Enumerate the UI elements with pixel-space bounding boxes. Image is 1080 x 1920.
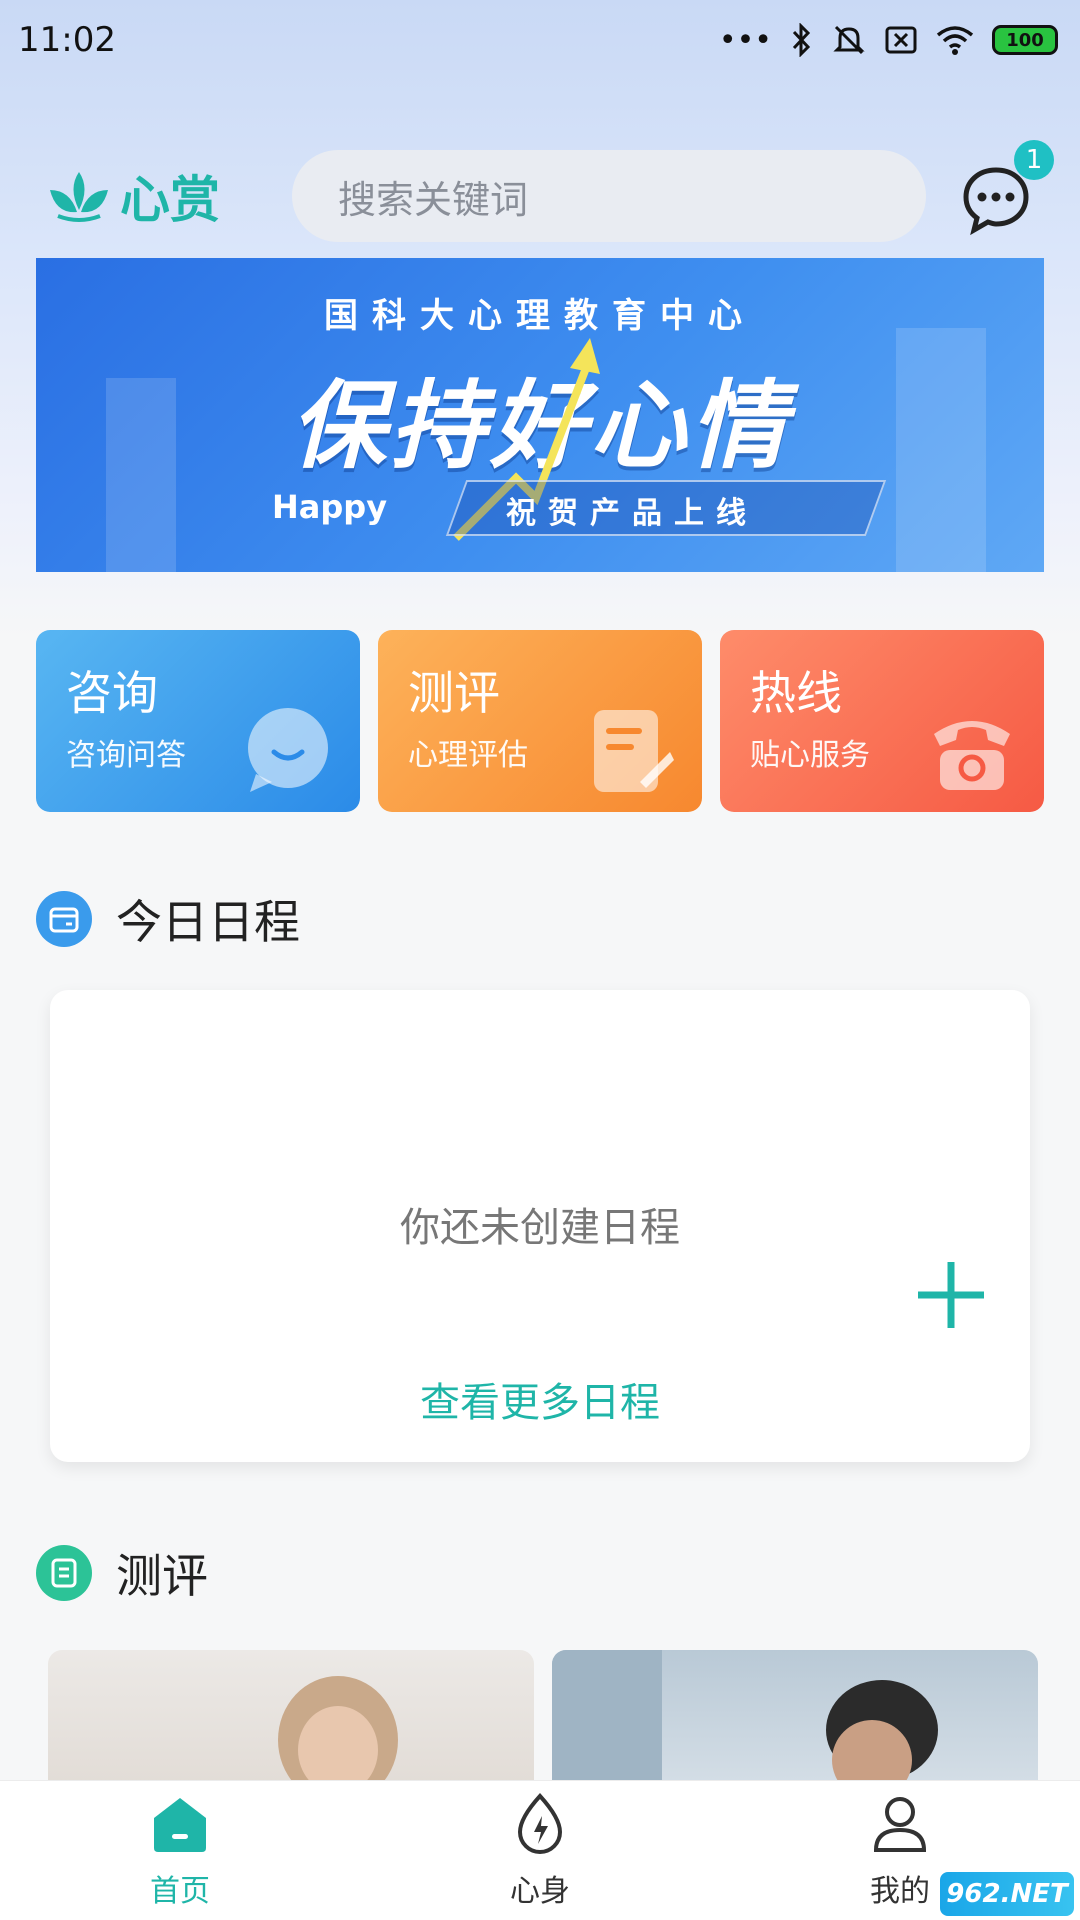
promo-banner[interactable]: 国科大心理教育中心 保持好心情 Happy 祝贺产品上线 [36, 258, 1044, 572]
search-placeholder: 搜索关键词 [338, 177, 529, 222]
status-time: 11:02 [18, 20, 116, 60]
schedule-section-title: 今日日程 [116, 895, 300, 949]
status-icons: ••• 100 [719, 23, 1058, 58]
status-bar: 11:02 ••• 100 [0, 0, 1080, 80]
more-schedule-link[interactable]: 查看更多日程 [50, 1370, 1030, 1428]
nav-profile-label: 我的 [870, 1873, 930, 1909]
app-header: 心赏 搜索关键词 1 [0, 140, 1080, 250]
banner-ribbon-text: 祝贺产品上线 [506, 496, 758, 531]
message-badge: 1 [1014, 140, 1054, 180]
quick-entry-row: 咨询 咨询问答 测评 心理评估 热线 贴心服务 [36, 630, 1044, 812]
bluetooth-icon [792, 23, 811, 57]
assessment-section-title: 测评 [116, 1549, 208, 1603]
nav-mind-body[interactable]: 心身 [440, 1792, 640, 1910]
energy-drop-icon [517, 1792, 563, 1854]
schedule-section-header: 今日日程 [36, 886, 300, 952]
user-icon [873, 1796, 927, 1852]
battery-level: 100 [1006, 29, 1044, 51]
add-schedule-icon[interactable] [914, 1258, 988, 1332]
battery-indicator: 100 [992, 25, 1058, 55]
mute-icon [833, 25, 865, 55]
sim-icon [885, 26, 917, 54]
app-logo: 心赏 [44, 160, 220, 232]
document-edit-icon [594, 710, 674, 792]
list-doc-icon [36, 1545, 92, 1601]
schedule-empty-text: 你还未创建日程 [400, 1205, 680, 1251]
wifi-icon [936, 26, 974, 55]
calendar-icon [36, 891, 92, 947]
search-input[interactable]: 搜索关键词 [292, 150, 926, 242]
home-icon [154, 1797, 206, 1852]
banner-tag: Happy [272, 488, 388, 526]
nav-home[interactable]: 首页 [80, 1792, 280, 1910]
hotline-card[interactable]: 热线 贴心服务 [720, 630, 1044, 812]
assessment-card-list [48, 1650, 1038, 1850]
nav-home-label: 首页 [150, 1873, 210, 1909]
nav-mind-body-label: 心身 [510, 1873, 570, 1909]
site-watermark: 962.NET [940, 1872, 1074, 1916]
more-dots-icon: ••• [718, 22, 772, 58]
bottom-navigation: 首页 心身 我的 [0, 1780, 1080, 1920]
telephone-icon [934, 721, 1010, 790]
assessment-section-header: 测评 [36, 1540, 208, 1606]
consult-card[interactable]: 咨询 咨询问答 [36, 630, 360, 812]
lotus-logo-icon [50, 172, 108, 222]
logo-text: 心赏 [120, 170, 220, 229]
assessment-card[interactable]: 测评 心理评估 [378, 630, 702, 812]
schedule-card: 你还未创建日程 查看更多日程 [50, 990, 1030, 1462]
chat-bubble-icon [248, 708, 328, 792]
